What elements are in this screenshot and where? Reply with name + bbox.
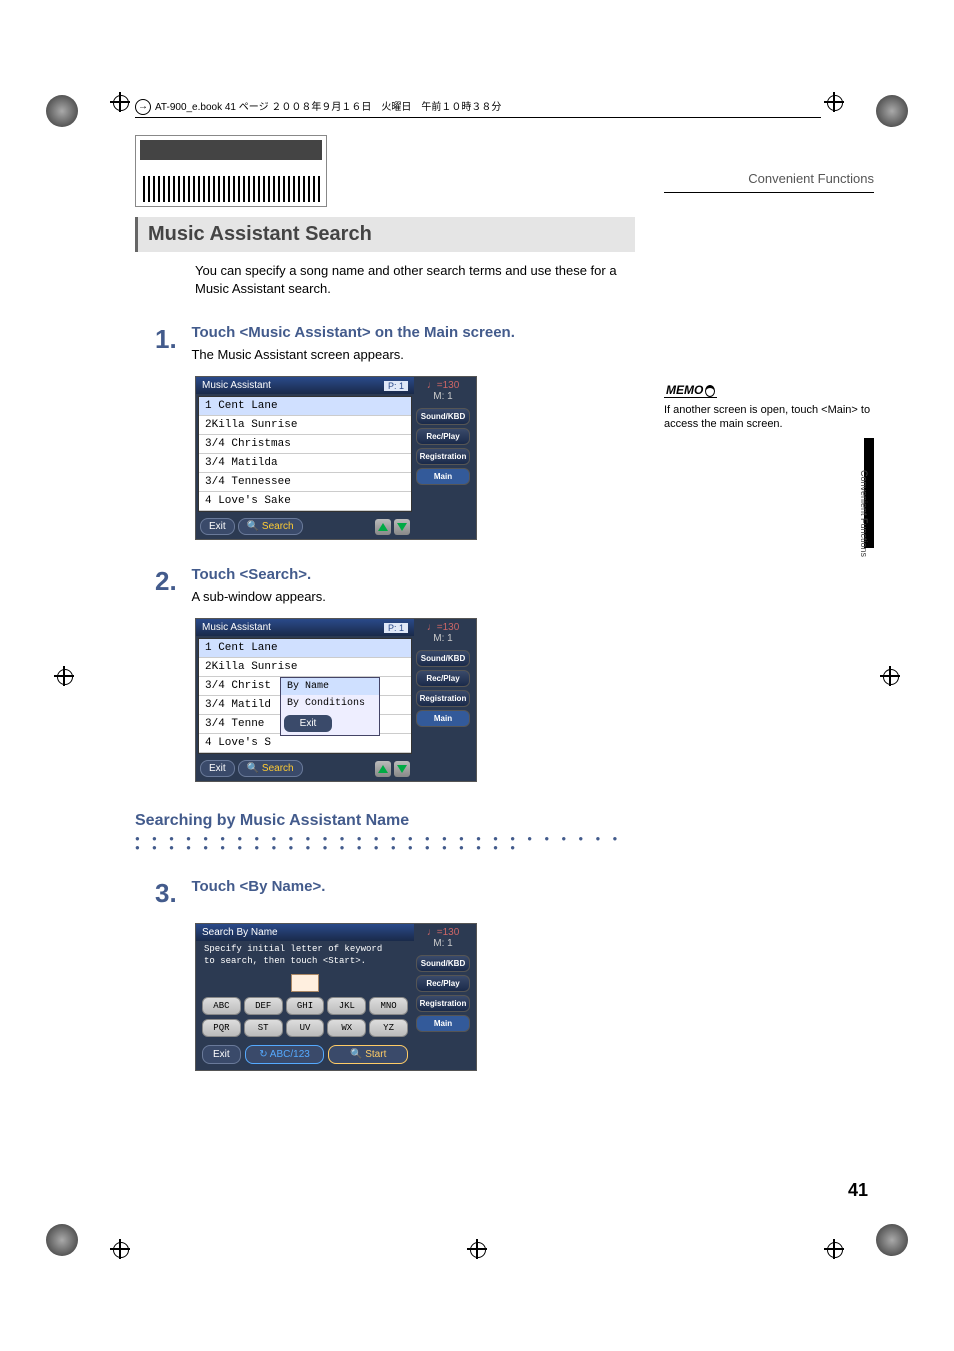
sub-heading: Searching by Music Assistant Name (135, 812, 635, 830)
dotted-rule: ● ● ● ● ● ● ● ● ● ● ● ● ● ● ● ● ● ● ● ● … (135, 834, 635, 852)
screen-title: Search By Name (196, 924, 414, 941)
main-button[interactable]: Main (416, 468, 470, 485)
exit-button[interactable]: Exit (202, 1045, 241, 1064)
list-item[interactable]: 2Killa Sunrise (199, 416, 411, 435)
page-indicator: P: 1 (384, 381, 408, 391)
sound-kbd-button[interactable]: Sound/KBD (416, 650, 470, 667)
search-by-name-screen: Search By Name Specify initial letter of… (195, 923, 477, 1070)
list-item[interactable]: 4 Love's S (199, 734, 411, 753)
list-item[interactable]: 3/4 Christmas (199, 435, 411, 454)
section-title: Music Assistant Search (135, 217, 635, 252)
print-header: →AT-900_e.book 41 ページ ２００８年９月１６日 火曜日 午前１… (135, 98, 821, 118)
memo-text: If another screen is open, touch <Main> … (664, 403, 874, 432)
step-title: Touch <Search>. (191, 566, 621, 583)
step-number: 1. (155, 324, 187, 355)
page-indicator: P: 1 (384, 623, 408, 633)
down-button[interactable] (394, 519, 410, 535)
sound-kbd-button[interactable]: Sound/KBD (416, 408, 470, 425)
step-2: 2. Touch <Search>. A sub-window appears. (155, 566, 635, 604)
music-assistant-popup-screen: Music Assistant P: 1 1 Cent Lane 2Killa … (195, 618, 477, 782)
tempo-display: ♩=130M: 1 (414, 619, 472, 647)
keypad-mno[interactable]: MNO (369, 997, 408, 1015)
rec-play-button[interactable]: Rec/Play (416, 670, 470, 687)
search-button[interactable]: 🔍 Search (238, 760, 303, 777)
keypad-wx[interactable]: WX (327, 1019, 366, 1037)
rec-play-button[interactable]: Rec/Play (416, 428, 470, 445)
list-item[interactable]: 3/4 Matilda (199, 454, 411, 473)
search-popup: By Name By Conditions Exit (280, 677, 380, 736)
step-desc: The Music Assistant screen appears. (191, 347, 621, 362)
keypad-abc[interactable]: ABC (202, 997, 241, 1015)
registration-button[interactable]: Registration (416, 448, 470, 465)
step-3: 3. Touch <By Name>. (155, 878, 635, 909)
keypad-pqr[interactable]: PQR (202, 1019, 241, 1037)
tempo-display: ♩=130M: 1 (414, 924, 472, 952)
step-title: Touch <Music Assistant> on the Main scre… (191, 324, 621, 341)
keypad-st[interactable]: ST (244, 1019, 283, 1037)
crop-mark (54, 666, 74, 686)
start-button[interactable]: 🔍 Start (328, 1045, 408, 1064)
abc-123-toggle[interactable]: ↻ ABC/123 (245, 1045, 325, 1064)
crop-mark (110, 92, 130, 112)
print-marker (46, 95, 78, 127)
exit-button[interactable]: Exit (200, 518, 235, 535)
crop-mark (110, 1239, 130, 1259)
step-1: 1. Touch <Music Assistant> on the Main s… (155, 324, 635, 362)
list-item[interactable]: 3/4 Tennessee (199, 473, 411, 492)
music-assistant-screen: Music Assistant P: 1 1 Cent Lane 2Killa … (195, 376, 477, 540)
memo-icon: MEMO (664, 383, 717, 398)
crop-mark (467, 1239, 487, 1259)
keypad-ghi[interactable]: GHI (286, 997, 325, 1015)
main-button[interactable]: Main (416, 1015, 470, 1032)
print-marker (876, 95, 908, 127)
keyword-input[interactable] (291, 974, 319, 992)
keyboard-illustration (135, 135, 327, 207)
crop-mark (880, 666, 900, 686)
exit-button[interactable]: Exit (200, 760, 235, 777)
tempo-display: ♩=130M: 1 (414, 377, 472, 405)
vertical-chapter-label: Convenient Functions (859, 470, 869, 557)
main-button[interactable]: Main (416, 710, 470, 727)
intro-text: You can specify a song name and other se… (195, 262, 635, 298)
step-number: 2. (155, 566, 187, 597)
up-button[interactable] (375, 761, 391, 777)
down-button[interactable] (394, 761, 410, 777)
rec-play-button[interactable]: Rec/Play (416, 975, 470, 992)
song-list[interactable]: 1 Cent Lane 2Killa Sunrise 3/4 Christmas… (198, 396, 412, 512)
step-desc: A sub-window appears. (191, 589, 621, 604)
registration-button[interactable]: Registration (416, 995, 470, 1012)
keypad-jkl[interactable]: JKL (327, 997, 366, 1015)
keypad-def[interactable]: DEF (244, 997, 283, 1015)
screen-title: Music Assistant (202, 622, 271, 633)
up-button[interactable] (375, 519, 391, 535)
list-item[interactable]: 1 Cent Lane (199, 639, 411, 658)
instructions: Specify initial letter of keyword to sea… (196, 941, 414, 970)
keypad-yz[interactable]: YZ (369, 1019, 408, 1037)
keypad-uv[interactable]: UV (286, 1019, 325, 1037)
chapter-title: Convenient Functions (664, 171, 874, 193)
list-item[interactable]: 2Killa Sunrise (199, 658, 411, 677)
step-title: Touch <By Name>. (191, 878, 621, 895)
by-conditions-option[interactable]: By Conditions (281, 695, 379, 712)
search-button[interactable]: 🔍 Search (238, 518, 303, 535)
page-number: 41 (848, 1180, 868, 1201)
by-name-option[interactable]: By Name (281, 678, 379, 695)
print-marker (876, 1224, 908, 1256)
list-item[interactable]: 4 Love's Sake (199, 492, 411, 511)
list-item[interactable]: 1 Cent Lane (199, 397, 411, 416)
crop-mark (824, 92, 844, 112)
sound-kbd-button[interactable]: Sound/KBD (416, 955, 470, 972)
print-marker (46, 1224, 78, 1256)
registration-button[interactable]: Registration (416, 690, 470, 707)
popup-exit-button[interactable]: Exit (284, 715, 332, 732)
step-number: 3. (155, 878, 187, 909)
screen-title: Music Assistant (202, 380, 271, 391)
crop-mark (824, 1239, 844, 1259)
